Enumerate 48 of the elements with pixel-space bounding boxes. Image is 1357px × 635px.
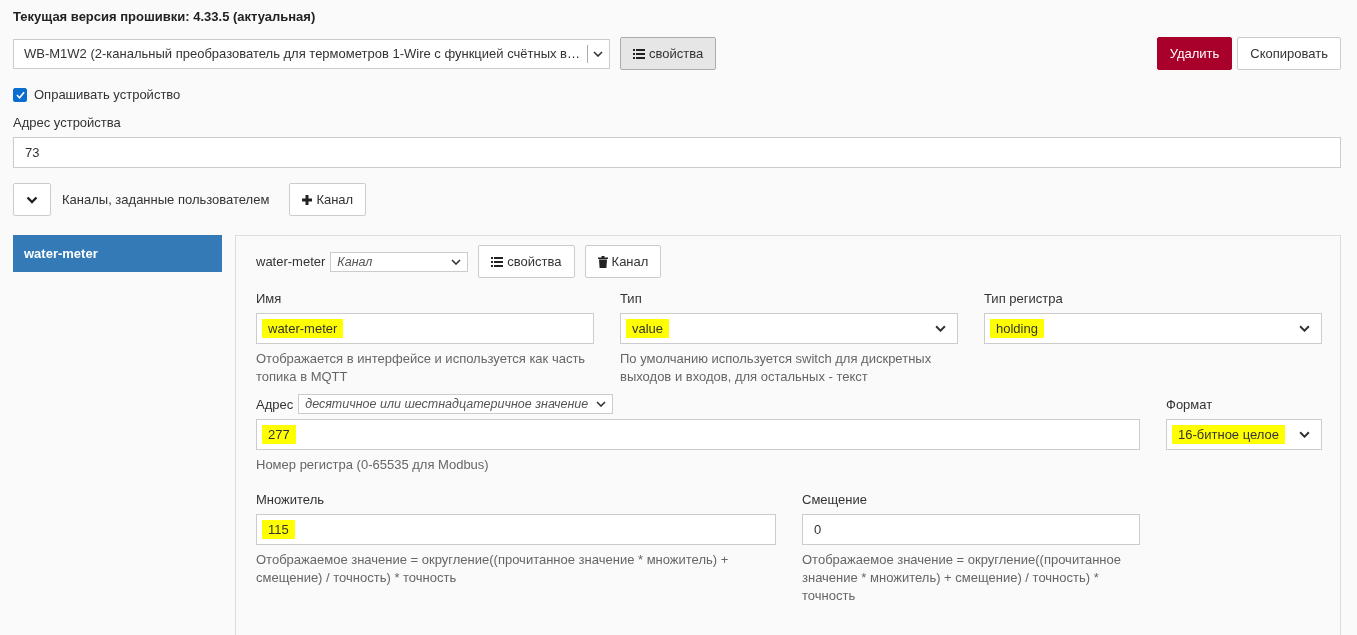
delete-channel-button[interactable]: Канал <box>584 245 662 278</box>
select-field[interactable]: 16-битное целое <box>1166 419 1322 450</box>
field-label: Тип <box>620 290 642 306</box>
copy-button[interactable]: Скопировать <box>1237 37 1341 70</box>
chevron-down-icon <box>26 195 38 204</box>
field-label: Смещение <box>802 491 867 507</box>
field-label: Множитель <box>256 491 324 507</box>
chevron-down-icon <box>593 50 603 57</box>
field-label: Имя <box>256 290 282 306</box>
poll-label: Опрашивать устройство <box>34 87 181 102</box>
input-field[interactable]: 0 <box>802 514 1140 545</box>
help-text: Номер регистра (0-65535 для Modbus) <box>256 456 490 474</box>
firmware-version: Текущая версия прошивки: 4.33.5 (актуальная) <box>13 9 317 26</box>
chevron-down-icon <box>935 325 946 332</box>
properties-button[interactable]: свойства <box>620 37 717 70</box>
list-icon <box>491 256 504 267</box>
help-text: Отображается в интерфейсе и используется как часть топика в MQTT <box>256 350 587 386</box>
select-field[interactable]: holding <box>984 313 1322 344</box>
input-field[interactable]: water-meter <box>256 313 594 344</box>
chevron-down-icon <box>1299 325 1310 332</box>
delete-button[interactable]: Удалить <box>1156 37 1233 70</box>
help-text: Отображаемое значение = округление((прочитанное значение * множитель) + смещение) / точность) * точность <box>256 551 730 587</box>
add-channel-button[interactable]: Канал <box>289 183 367 216</box>
select-field[interactable]: value <box>620 313 958 344</box>
field-label: Адрес устройства <box>13 115 122 131</box>
plus-icon <box>302 194 313 205</box>
chevron-down-icon <box>451 258 462 265</box>
input-field[interactable]: 115 <box>256 514 776 545</box>
channels-label: Каналы, заданные пользователем <box>62 192 270 207</box>
properties-button[interactable]: свойства <box>478 245 575 278</box>
help-text: По умолчанию используется switch для дискретных выходов и входов, для остальных - текст <box>620 350 933 386</box>
channel-type-select[interactable]: Канал <box>330 251 469 272</box>
channel-name: water-meter <box>256 254 326 269</box>
chevron-down-icon <box>596 401 607 407</box>
field-label: Формат <box>1166 396 1213 412</box>
device-select[interactable]: WB-M1W2 (2-канальный преобразователь для термометров 1-Wire с функцией счётных в… <box>13 38 610 69</box>
sidebar-item[interactable]: water-meter <box>13 235 222 272</box>
input-field[interactable]: 277 <box>256 419 1140 450</box>
help-text: Отображаемое значение = округление((прочитанное значение * множитель) + смещение) / точность) * точность <box>802 551 1122 605</box>
list-icon <box>633 48 645 59</box>
field-label: Адрес <box>256 396 294 412</box>
address-mode-select[interactable]: десятичное или шестнадцатеричное значение <box>298 394 614 414</box>
field-label: Тип регистра <box>984 290 1063 306</box>
trash-icon <box>597 255 608 268</box>
collapse-button[interactable] <box>13 183 51 216</box>
chevron-down-icon <box>1299 431 1310 438</box>
poll-checkbox[interactable] <box>13 87 27 102</box>
device-address-field[interactable]: 73 <box>13 137 1341 168</box>
